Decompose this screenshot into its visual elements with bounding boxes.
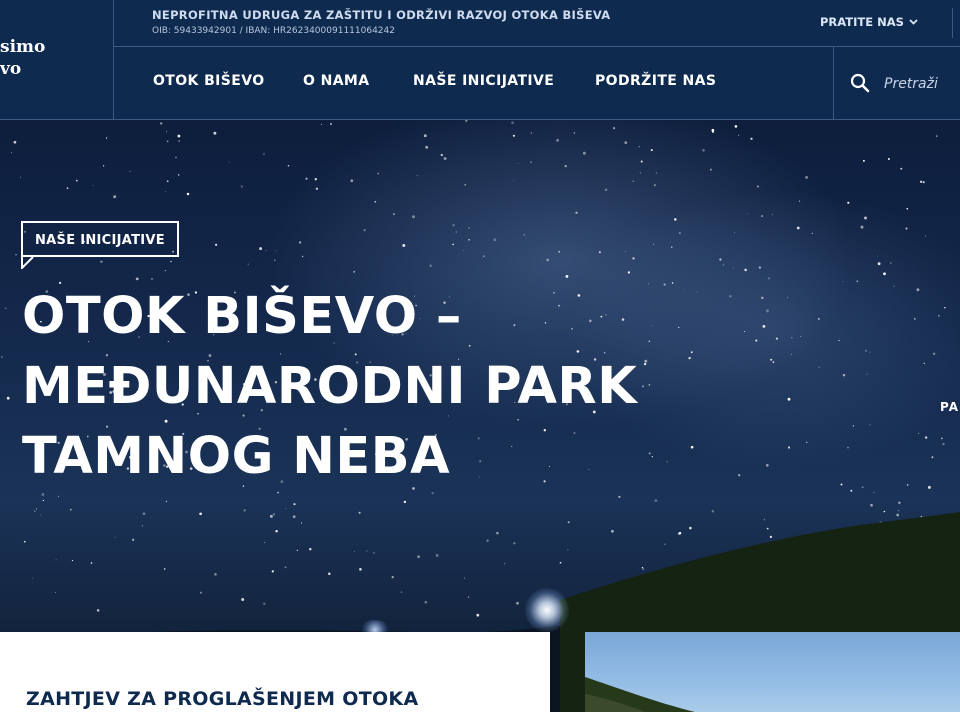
search-input[interactable]: [882, 71, 960, 97]
side-text: PA: [940, 400, 959, 414]
hero-title: OTOK BIŠEVO – MEĐUNARODNI PARK TAMNOG NE…: [22, 287, 638, 486]
logo-text: simo vo: [0, 37, 46, 79]
tag-tail: [21, 255, 34, 269]
chevron-down-icon: [909, 19, 918, 25]
site-header: simo vo NEPROFITNA UDRUGA ZA ZAŠTITU I O…: [0, 0, 960, 120]
follow-us-label: PRATITE NAS: [820, 15, 904, 29]
article-card-image[interactable]: [585, 632, 960, 712]
article-card-title: ZAHTJEV ZA PROGLAŠENJEM OTOKA: [26, 688, 419, 710]
street-light-glow: [525, 588, 569, 632]
article-card[interactable]: ZAHTJEV ZA PROGLAŠENJEM OTOKA: [0, 632, 550, 712]
search-box: [833, 47, 960, 119]
top-bar: NEPROFITNA UDRUGA ZA ZAŠTITU I ODRŽIVI R…: [114, 0, 960, 47]
nav-item-otok-bisevo[interactable]: OTOK BIŠEVO: [153, 73, 265, 89]
logo[interactable]: simo vo: [0, 0, 114, 119]
follow-us-dropdown[interactable]: PRATITE NAS: [820, 15, 918, 29]
category-tag[interactable]: NAŠE INICIJATIVE: [21, 221, 179, 257]
organization-ids: OIB: 59433942901 / IBAN: HR2623400091111…: [152, 26, 395, 36]
main-nav: OTOK BIŠEVO O NAMA NAŠE INICIJATIVE PODR…: [114, 47, 834, 119]
nav-item-o-nama[interactable]: O NAMA: [303, 73, 370, 89]
search-icon[interactable]: [850, 73, 870, 93]
nav-item-podrzite-nas[interactable]: PODRŽITE NAS: [595, 73, 716, 89]
divider: [952, 8, 953, 38]
nav-item-nase-inicijative[interactable]: NAŠE INICIJATIVE: [413, 73, 554, 89]
organization-name: NEPROFITNA UDRUGA ZA ZAŠTITU I ODRŽIVI R…: [152, 8, 611, 22]
landscape-image: [585, 677, 695, 712]
